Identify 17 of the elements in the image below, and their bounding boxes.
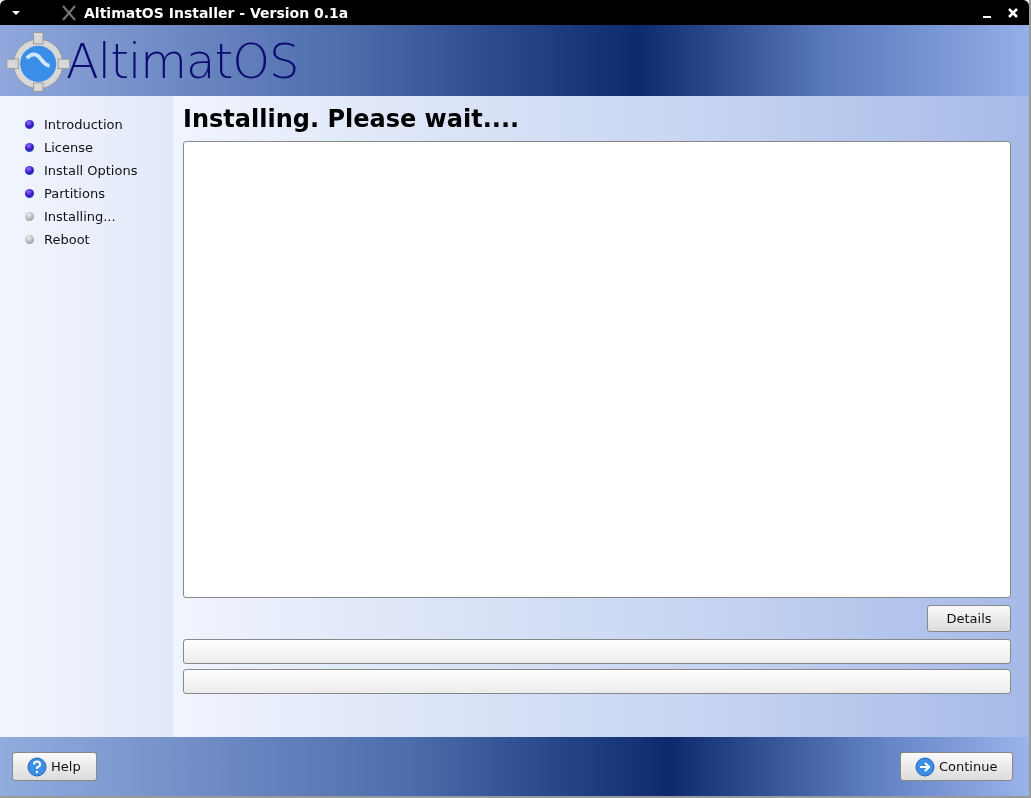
window-title: AltimatOS Installer - Version 0.1a	[84, 4, 349, 21]
step-label: Partitions	[44, 186, 105, 201]
continue-button[interactable]: Continue	[900, 752, 1013, 781]
step-label: Reboot	[44, 232, 90, 247]
step-label: License	[44, 140, 93, 155]
step-label: Install Options	[44, 163, 138, 178]
help-icon	[27, 756, 47, 777]
details-button[interactable]: Details	[927, 605, 1011, 632]
close-icon[interactable]	[1007, 6, 1019, 19]
step-label: Introduction	[44, 117, 123, 132]
help-button[interactable]: Help	[12, 752, 97, 781]
x-logo-icon	[62, 4, 76, 21]
logo-text: AltimatOS	[66, 32, 299, 89]
page-heading: Installing. Please wait....	[183, 106, 521, 133]
step-label: Installing...	[44, 209, 116, 224]
arrow-right-icon	[915, 756, 935, 777]
window-menu-icon[interactable]	[11, 9, 21, 16]
